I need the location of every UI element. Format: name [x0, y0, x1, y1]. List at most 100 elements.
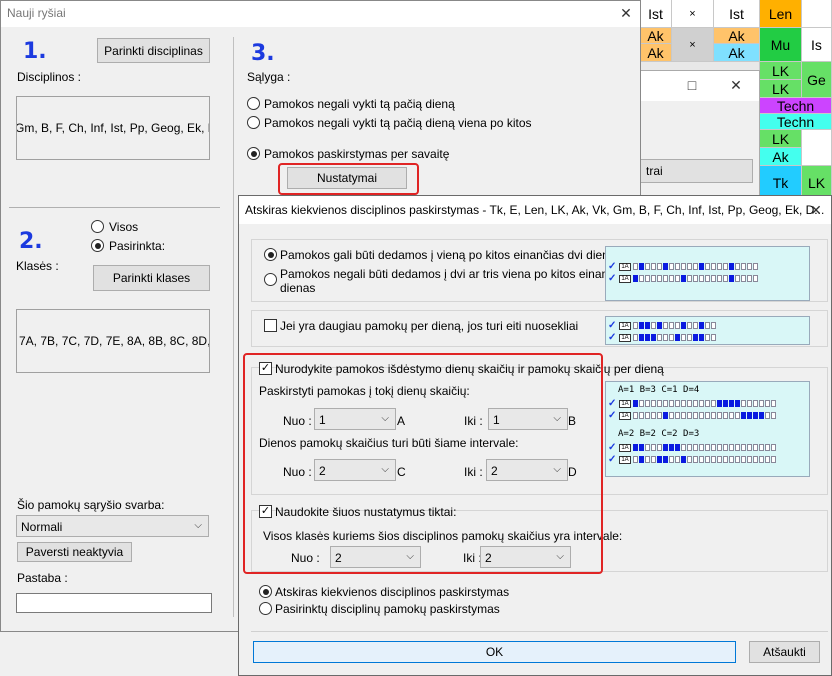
- timetable-cell[interactable]: Techn: [760, 98, 832, 114]
- close-icon[interactable]: ✕: [725, 75, 747, 95]
- opt-consecutive-days-label: Pamokos gali būti dedamos į vieną po kit…: [280, 248, 622, 262]
- cond-option-2-label: Pamokos negali vykti tą pačią dieną vien…: [264, 116, 532, 130]
- timetable-cell[interactable]: Ist: [640, 0, 672, 28]
- radio-selected-distribution[interactable]: [259, 602, 272, 615]
- distribution-settings-dialog: Atskiras kiekvienos disciplinos paskirst…: [238, 195, 832, 676]
- radio-consecutive-allowed[interactable]: [264, 248, 277, 261]
- step-3-marker: 3.: [251, 41, 275, 66]
- cell-text: Techn: [776, 114, 815, 130]
- timetable-cell[interactable]: Mu: [760, 28, 802, 62]
- timetable-cell[interactable]: Ak: [640, 28, 672, 44]
- radio-separate-distribution[interactable]: [259, 585, 272, 598]
- preview-row: ✓ 1A: [608, 261, 759, 272]
- cell-text: Ak: [728, 44, 745, 61]
- cell-text: LK: [771, 80, 790, 97]
- timetable-cell[interactable]: Len: [760, 0, 802, 28]
- opt-no-consecutive-label: Pamokos negali būti dedamos į dvi ar tri…: [280, 267, 630, 281]
- cell-text: ×: [689, 7, 696, 20]
- preview-row: ✓ 1A: [608, 454, 777, 465]
- timetable-cell[interactable]: [802, 0, 832, 28]
- cell-text: Ak: [728, 28, 745, 44]
- timetable-cell[interactable]: ×: [672, 0, 714, 28]
- preview-caption-1: A=1 B=3 C=1 D=4: [618, 385, 700, 395]
- cell-text: LK: [807, 174, 826, 191]
- note-input[interactable]: [16, 593, 212, 613]
- radio-selected-label: Pasirinktų disciplinų pamokų paskirstyma…: [275, 602, 500, 616]
- radio-all-classes[interactable]: [91, 220, 104, 233]
- timetable-cell[interactable]: Ak: [714, 44, 760, 62]
- radio-all-label: Visos: [109, 220, 139, 234]
- close-icon[interactable]: ✕: [805, 200, 827, 220]
- timetable-cell[interactable]: Ge: [802, 62, 832, 98]
- column-divider: [233, 37, 234, 617]
- disciplines-list[interactable]: Gm, B, F, Ch, Inf, Ist, Pp, Geog, Ek, Da…: [16, 96, 210, 160]
- cell-text: Ist: [729, 5, 744, 22]
- cell-text: Ak: [647, 28, 664, 44]
- preview-row: ✓ 1A: [608, 273, 759, 284]
- close-icon[interactable]: ✕: [615, 3, 637, 23]
- step-1-marker: 1.: [23, 39, 47, 64]
- radio-consecutive-forbidden[interactable]: [264, 273, 277, 286]
- classes-label: Klasės :: [16, 259, 59, 273]
- button-label: Atšaukti: [763, 645, 806, 659]
- cell-text: Ak: [647, 44, 664, 61]
- cond-option-3-label: Pamokos paskirstymas per savaitę: [264, 147, 450, 161]
- importance-select[interactable]: Normali ⌵: [16, 515, 209, 537]
- background-window-button[interactable]: trai: [637, 159, 753, 183]
- cell-text: Techn: [776, 98, 815, 114]
- chevron-down-icon: ⌵: [194, 520, 202, 531]
- radio-cond-consecutive[interactable]: [247, 116, 260, 129]
- radio-selected-classes[interactable]: [91, 239, 104, 252]
- timetable-cell[interactable]: ×: [672, 28, 714, 62]
- cell-text: Len: [768, 5, 793, 22]
- preview-row: ✓ 1A: [608, 332, 717, 343]
- timetable-cell[interactable]: Is: [802, 28, 832, 62]
- dialog-titlebar: Nauji ryšiai ✕: [1, 1, 640, 27]
- maximize-icon[interactable]: □: [681, 75, 703, 95]
- timetable-cell[interactable]: Ak: [640, 44, 672, 62]
- make-inactive-button[interactable]: Paversti neaktyvia: [17, 542, 132, 562]
- cancel-button[interactable]: Atšaukti: [749, 641, 820, 663]
- note-label: Pastaba :: [17, 571, 68, 585]
- pick-classes-button[interactable]: Parinkti klases: [93, 265, 210, 291]
- radio-cond-weekly[interactable]: [247, 147, 260, 160]
- cell-text: Ist: [648, 5, 663, 22]
- radio-selected-label: Pasirinkta:: [109, 239, 166, 253]
- radio-cond-same-day[interactable]: [247, 97, 260, 110]
- importance-value: Normali: [21, 520, 63, 534]
- background-window: □ ✕ trai: [636, 70, 760, 200]
- pick-disciplines-button[interactable]: Parinkti disciplinas: [97, 38, 210, 63]
- ok-button[interactable]: OK: [253, 641, 736, 663]
- dialog-titlebar: Atskiras kiekvienos disciplinos paskirst…: [239, 196, 831, 224]
- cell-text: Ak: [772, 148, 789, 165]
- separator: [251, 631, 828, 632]
- timetable-cell[interactable]: Ist: [714, 0, 760, 28]
- highlight-box: [243, 353, 603, 574]
- timetable-cell[interactable]: Techn: [760, 114, 832, 130]
- cell-text: Tk: [772, 174, 789, 191]
- radio-separate-label: Atskiras kiekvienos disciplinos paskirst…: [275, 585, 510, 599]
- button-label: Parinkti klases: [112, 271, 191, 285]
- timetable-cell[interactable]: LK: [760, 130, 802, 148]
- timetable-cell[interactable]: LK: [760, 80, 802, 98]
- chk-sequential-label: Jei yra daugiau pamokų per dieną, jos tu…: [280, 319, 579, 333]
- preview-row: ✓ 1A: [608, 410, 777, 421]
- button-label: Paversti neaktyvia: [25, 545, 124, 559]
- timetable-cell[interactable]: LK: [760, 62, 802, 80]
- classes-list[interactable]: 7A, 7B, 7C, 7D, 7E, 8A, 8B, 8C, 8D, 8E: [16, 309, 210, 373]
- cell-text: Ge: [807, 71, 826, 88]
- cell-text: Mu: [770, 36, 791, 53]
- step-2-marker: 2.: [19, 229, 43, 254]
- classes-list-text: 7A, 7B, 7C, 7D, 7E, 8A, 8B, 8C, 8D, 8E: [19, 334, 210, 348]
- disciplines-label: Disciplinos :: [17, 70, 82, 84]
- cell-text: Is: [811, 36, 822, 53]
- timetable-cell[interactable]: Ak: [760, 148, 802, 166]
- timetable-cell[interactable]: [802, 130, 832, 166]
- timetable-cell[interactable]: Ak: [714, 28, 760, 44]
- preview-row: ✓ 1A: [608, 320, 717, 331]
- highlight-box: [278, 163, 419, 195]
- cell-text: LK: [771, 62, 790, 79]
- chk-sequential[interactable]: [264, 319, 277, 332]
- dialog-title: Nauji ryšiai: [7, 6, 66, 20]
- background-window-titlebar: □ ✕: [637, 71, 759, 101]
